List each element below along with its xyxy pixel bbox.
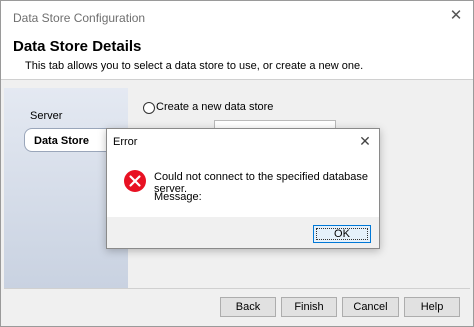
message-label: Message: [154, 191, 202, 203]
close-icon[interactable]: ✕ [447, 7, 465, 25]
finish-button[interactable]: Finish [281, 297, 337, 317]
sidebar-item-label: Data Store [34, 135, 90, 147]
title-bar: Data Store Configuration ✕ [1, 1, 473, 32]
back-button[interactable]: Back [220, 297, 276, 317]
sidebar-item-server[interactable]: Server [30, 110, 62, 122]
radio-circle-icon[interactable] [143, 102, 155, 114]
dialog-title-bar: Error ✕ [107, 129, 379, 154]
dialog-title: Error [113, 136, 138, 148]
error-icon [124, 170, 146, 192]
cancel-button[interactable]: Cancel [342, 297, 399, 317]
error-dialog: Error ✕ Could not connect to the specifi… [106, 128, 380, 249]
page-title: Data Store Details [13, 38, 142, 55]
dialog-close-icon[interactable]: ✕ [357, 133, 373, 150]
help-button[interactable]: Help [404, 297, 460, 317]
ok-button[interactable]: OK [313, 225, 371, 243]
footer-divider [4, 288, 470, 289]
page-subtitle: This tab allows you to select a data sto… [25, 60, 364, 72]
page-header: Data Store Details This tab allows you t… [1, 32, 473, 80]
radio-label: Create a new data store [156, 101, 274, 113]
window-title: Data Store Configuration [13, 11, 146, 25]
